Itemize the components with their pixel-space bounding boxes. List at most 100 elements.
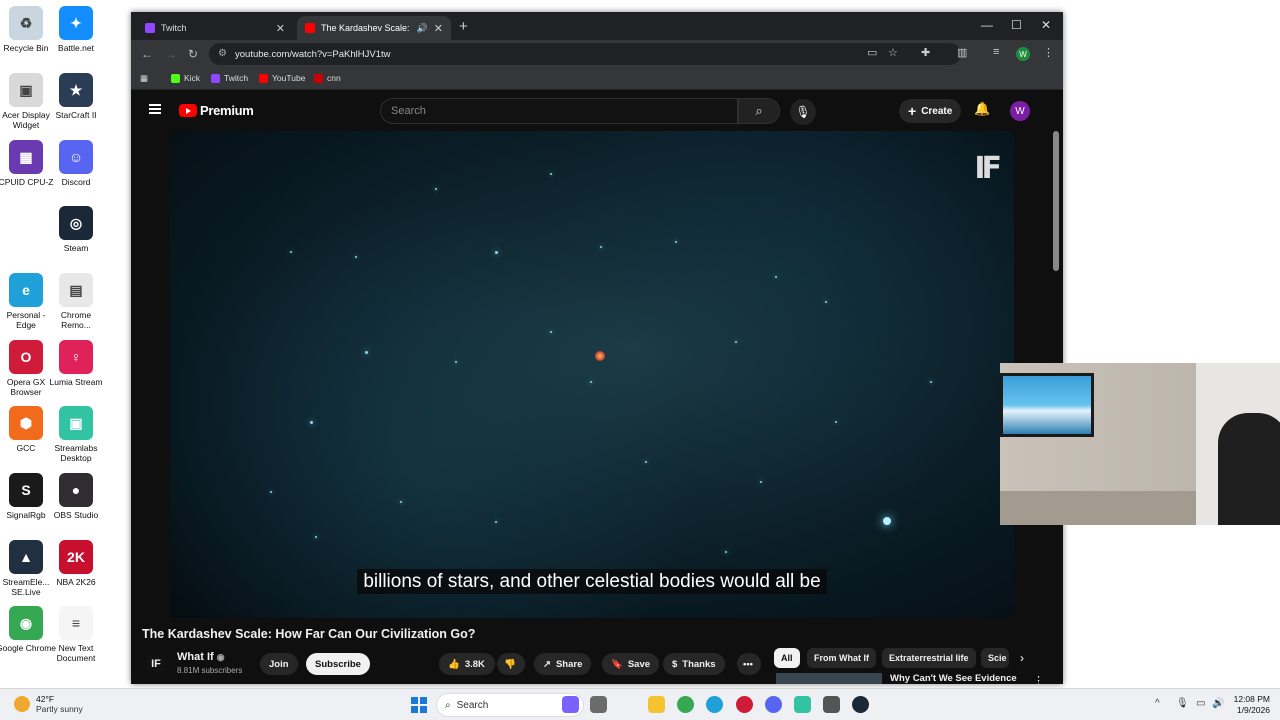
like-button[interactable]: 👍 3.8K — [439, 653, 495, 675]
desktop-icon[interactable]: S SignalRgb — [0, 473, 52, 520]
desktop-icon[interactable]: ● OBS Studio — [50, 473, 102, 520]
steam-taskbar-icon[interactable] — [852, 696, 869, 713]
reload-icon[interactable]: ↻ — [188, 47, 198, 61]
bookmark-twitch[interactable]: Twitch — [211, 73, 248, 83]
close-tab-icon[interactable]: ✕ — [276, 22, 285, 35]
desktop-icon[interactable]: ⬢ GCC — [0, 406, 52, 453]
minimize-icon[interactable]: — — [981, 18, 993, 32]
search-input[interactable]: Search — [380, 98, 738, 124]
save-button[interactable]: 🔖 Save — [602, 653, 660, 675]
start-button[interactable] — [411, 697, 427, 713]
chip-extraterrestrial-life[interactable]: Extraterrestrial life — [882, 648, 976, 668]
notifications-bell-icon[interactable]: 🔔 — [974, 101, 990, 117]
subscribe-button[interactable]: Subscribe — [306, 653, 370, 675]
bookmarks-bar: ▦ Kick Twitch YouTube cnn — [131, 68, 1063, 90]
edge-taskbar-icon[interactable] — [706, 696, 723, 713]
desktop-icon[interactable]: ◎ Steam — [50, 206, 102, 253]
voice-search-button[interactable]: 🎙 — [790, 99, 816, 125]
copilot-taskbar-icon[interactable] — [562, 696, 579, 713]
desktop-icon[interactable]: ◉ Google Chrome — [0, 606, 56, 653]
webcam-chair — [1218, 413, 1280, 525]
desktop-icon[interactable]: ♀ Lumia Stream — [50, 340, 102, 387]
page-scrollbar[interactable] — [1053, 131, 1059, 271]
signalrgb-taskbar-icon[interactable] — [823, 696, 840, 713]
clock[interactable]: 12:08 PM 1/9/2026 — [1222, 694, 1270, 716]
desktop-icon[interactable]: ▤ Chrome Remo... — [50, 273, 102, 330]
desktop-icon[interactable]: ▣ Acer Display Widget — [0, 73, 52, 130]
desktop-icon[interactable]: ≡ New Text Document — [50, 606, 102, 663]
chevron-right-icon[interactable]: › — [1020, 651, 1024, 665]
audio-icon[interactable]: 🔊 — [417, 23, 428, 34]
maximize-icon[interactable]: ☐ — [1011, 18, 1022, 32]
bookmark-cnn[interactable]: cnn — [314, 73, 341, 83]
desktop-icon[interactable]: ✦ Battle.net — [50, 6, 102, 53]
video-player[interactable]: IF billions of stars, and other celestia… — [170, 131, 1014, 618]
new-tab-button[interactable]: + — [459, 18, 468, 35]
mic-icon[interactable]: 🎙 — [1176, 698, 1189, 709]
channel-watermark[interactable]: IF — [974, 151, 1002, 186]
recommended-title[interactable]: Why Can't We See Evidence of Alien Life?… — [890, 673, 1020, 684]
site-info-icon[interactable]: ⚙ — [218, 48, 227, 59]
desktop-icon[interactable]: ☺ Discord — [50, 140, 102, 187]
star — [735, 341, 737, 343]
share-icon: ↗ — [543, 658, 551, 670]
share-button[interactable]: ↗ Share — [534, 653, 592, 675]
chrome-taskbar-icon[interactable] — [677, 696, 694, 713]
menu-icon[interactable] — [149, 104, 161, 114]
chip-all[interactable]: All — [774, 648, 800, 668]
mic-icon: 🎙 — [795, 105, 811, 119]
desktop-icon[interactable]: ▲ StreamEle... SE.Live — [0, 540, 52, 597]
account-avatar[interactable]: W — [1010, 101, 1030, 121]
search-button[interactable]: ⌕ — [738, 98, 780, 124]
address-bar[interactable]: ⚙ youtube.com/watch?v=PaKhlHJV1tw — [209, 43, 961, 65]
media-icon[interactable]: ≡ — [993, 46, 999, 58]
apps-icon[interactable]: ▦ — [140, 73, 148, 84]
desktop-icon[interactable]: 2K NBA 2K26 — [50, 540, 102, 587]
tab-youtube[interactable]: The Kardashev Scale: How F 🔊 ✕ — [297, 16, 451, 40]
thanks-button[interactable]: $ Thanks — [663, 653, 725, 675]
sidepanel-icon[interactable]: ▥ — [957, 46, 967, 59]
desktop-icon[interactable]: ▦ CPUID CPU-Z — [0, 140, 53, 187]
desktop-icon[interactable]: ♻ Recycle Bin — [0, 6, 52, 53]
streamlabs-taskbar-icon[interactable] — [794, 696, 811, 713]
forward-icon[interactable]: → — [165, 47, 177, 61]
desktop-icon[interactable]: ★ StarCraft II — [50, 73, 102, 120]
weather-widget[interactable]: 42°F Partly sunny — [14, 694, 83, 714]
bookmark-star-icon[interactable]: ☆ — [888, 46, 898, 59]
tab-twitch[interactable]: Twitch ✕ — [137, 16, 293, 40]
explorer-taskbar-icon[interactable] — [648, 696, 665, 713]
channel-avatar[interactable]: IF — [145, 653, 167, 675]
recommended-thumbnail[interactable] — [776, 673, 882, 684]
desktop-icon[interactable]: e Personal - Edge — [0, 273, 52, 330]
search-placeholder: Search — [391, 105, 426, 117]
back-icon[interactable]: ← — [141, 47, 153, 61]
extensions-icon[interactable]: ✚ — [921, 46, 930, 59]
recommended-more-icon[interactable]: ⋮ — [1033, 674, 1044, 684]
menu-kebab-icon[interactable]: ⋮ — [1043, 46, 1054, 59]
network-icon[interactable]: ▭ — [1196, 698, 1205, 709]
desktop-icon[interactable]: O Opera GX Browser — [0, 340, 52, 397]
channel-name[interactable]: What If ◉ — [177, 651, 225, 663]
dislike-button[interactable]: 👎 — [497, 653, 525, 675]
close-tab-icon[interactable]: ✕ — [434, 22, 443, 35]
youtube-logo[interactable]: Premium — [179, 103, 254, 118]
chip-science[interactable]: Scie — [981, 648, 1009, 668]
create-button[interactable]: + Create — [899, 99, 962, 123]
close-window-icon[interactable]: ✕ — [1041, 18, 1051, 32]
taskbar-search-label: Search — [456, 699, 489, 711]
bookmark-label: cnn — [327, 73, 341, 83]
desktop-icon-label: Streamlabs Desktop — [54, 443, 98, 463]
tray-chevron-icon[interactable]: ^ — [1155, 698, 1160, 709]
chip-from-what-if[interactable]: From What If — [807, 648, 876, 668]
desktop-icon[interactable]: ▣ Streamlabs Desktop — [50, 406, 102, 463]
bookmark-youtube[interactable]: YouTube — [259, 73, 305, 83]
task-view-taskbar-icon[interactable] — [590, 696, 607, 713]
opera-taskbar-icon[interactable] — [736, 696, 753, 713]
profile-avatar[interactable]: W — [1016, 47, 1030, 61]
bookmark-kick[interactable]: Kick — [171, 73, 200, 83]
more-actions-button[interactable]: ••• — [737, 653, 761, 675]
join-button[interactable]: Join — [260, 653, 298, 675]
star — [290, 251, 292, 253]
discord-taskbar-icon[interactable] — [765, 696, 782, 713]
cast-icon[interactable]: ▭ — [867, 46, 877, 59]
